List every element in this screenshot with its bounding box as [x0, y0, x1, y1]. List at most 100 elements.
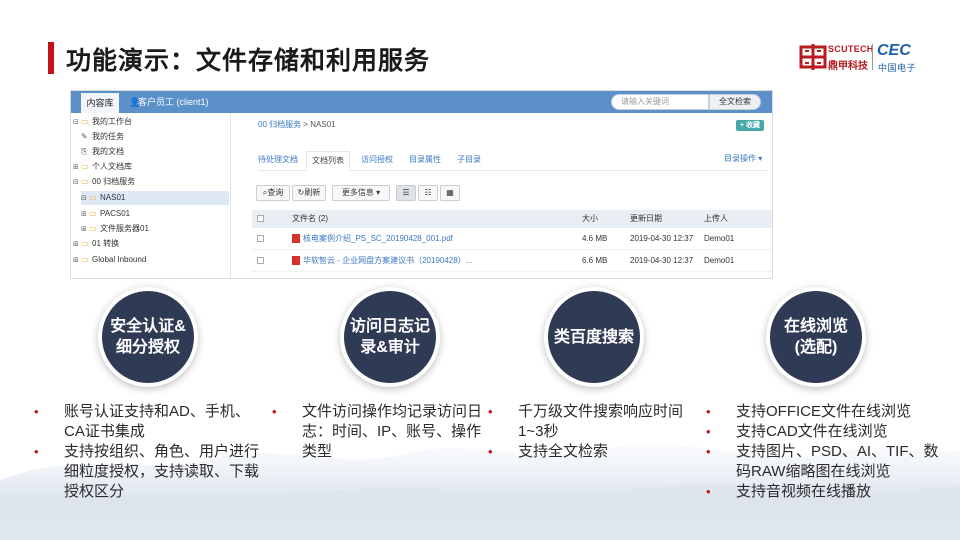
bullets-online-preview: 支持OFFICE文件在线浏览 支持CAD文件在线浏览 支持图片、PSD、AI、T…: [706, 402, 942, 502]
folder-icon: ▭: [81, 117, 89, 126]
file-name-link[interactable]: 核电案例介绍_PS_SC_20190428_001.pdf: [303, 234, 453, 243]
expand-icon[interactable]: ⊞: [73, 161, 81, 175]
col-filename[interactable]: 文件名 (2): [292, 210, 328, 228]
file-uploader: Demo01: [704, 234, 735, 243]
more-info-dropdown[interactable]: 更多信息 ▾: [332, 185, 390, 201]
tree-item-archive-service[interactable]: ⊟ ▭ 00 归档服务: [73, 175, 135, 189]
view-grid-button[interactable]: ▦: [440, 185, 460, 201]
bullet-item: 支持全文检索: [488, 442, 702, 462]
feature-search: 类百度搜索: [544, 287, 644, 387]
expand-icon[interactable]: ⊞: [81, 208, 89, 222]
logo-divider: [872, 44, 873, 70]
row-checkbox[interactable]: [257, 235, 264, 242]
document-tabs: 待处理文档 文档列表 访问授权 目录属性 子目录: [258, 151, 768, 171]
bullet-item: 账号认证支持和AD、手机、CA证书集成: [34, 402, 270, 442]
navigation-tree: ⊟ ▭ 我的工作台 ✎ 我的任务 ⎘ 我的文档 ⊞ ▭ 个人文档库 ⊟ ▭ 00 归档服务 ⊟ ▭…: [71, 113, 231, 278]
tree-item-my-docs[interactable]: ⎘ 我的文档: [81, 145, 124, 159]
pdf-file-icon: [292, 256, 300, 266]
caret-down-icon: ▾: [376, 188, 381, 197]
favorite-button[interactable]: + 收藏: [736, 120, 764, 131]
tab-doc-list[interactable]: 文档列表: [306, 151, 350, 171]
col-uploader[interactable]: 上传人: [704, 210, 728, 228]
bullet-item: 千万级文件搜索响应时间1~3秒: [488, 402, 702, 442]
col-size[interactable]: 大小: [582, 210, 598, 228]
file-updated: 2019-04-30 12:37: [630, 256, 694, 265]
company-logo: SCUTECH 鼎甲科技 CEC 中国电子: [798, 40, 918, 74]
feature-title: 安全认证&细分授权: [102, 291, 194, 383]
expand-icon[interactable]: ⊞: [81, 223, 89, 237]
breadcrumb-root[interactable]: 00 归档服务: [258, 120, 301, 129]
folder-icon: ▭: [81, 239, 89, 248]
row-checkbox[interactable]: [257, 257, 264, 264]
edit-icon: ✎: [81, 132, 88, 141]
cec-cn: 中国电子: [878, 63, 917, 73]
grid-header: 文件名 (2) 大小 更新日期 上传人: [252, 210, 772, 228]
tree-item-pacs01[interactable]: ⊞ ▭ PACS01: [81, 207, 130, 221]
scutech-cn: 鼎甲科技: [828, 61, 868, 72]
expand-icon[interactable]: ⊞: [73, 254, 81, 268]
folder-icon: ▭: [89, 193, 97, 202]
tab-access-auth[interactable]: 访问授权: [361, 151, 393, 171]
tab-content-repository[interactable]: 内容库: [81, 93, 119, 113]
tree-item-my-tasks[interactable]: ✎ 我的任务: [81, 130, 124, 144]
cec-en: CEC: [877, 42, 911, 59]
feature-security-auth: 安全认证&细分授权: [98, 287, 198, 387]
bullet-item: 支持图片、PSD、AI、TIF、数码RAW缩略图在线浏览: [706, 442, 942, 482]
pdf-file-icon: [292, 234, 300, 244]
collapse-icon[interactable]: ⊟: [73, 116, 81, 130]
bullet-item: 支持CAD文件在线浏览: [706, 422, 942, 442]
bullets-access-audit: 文件访问操作均记录访问日志：时间、IP、账号、操作类型: [272, 402, 486, 462]
bullets-security-auth: 账号认证支持和AD、手机、CA证书集成 支持按组织、角色、用户进行细粒度授权，支…: [34, 402, 270, 502]
folder-icon: ▭: [89, 224, 97, 233]
breadcrumb: 00 归档服务 > NAS01: [258, 119, 336, 130]
slide-title: 功能演示：文件存储和利用服务: [66, 47, 431, 75]
tree-item-nas01[interactable]: ⊟ ▭ NAS01: [81, 191, 229, 205]
title-accent-bar: [48, 42, 54, 74]
feature-online-preview: 在线浏览(选配): [766, 287, 866, 387]
directory-operations-menu[interactable]: 目录操作 ▾: [724, 153, 762, 164]
tree-item-convert[interactable]: ⊞ ▭ 01 转换: [73, 237, 119, 251]
view-detail-button[interactable]: ☷: [418, 185, 438, 201]
document-icon: ⎘: [81, 147, 88, 156]
tab-subdirectory[interactable]: 子目录: [457, 151, 481, 171]
folder-icon: ▭: [81, 255, 89, 264]
query-button[interactable]: ⌕查询: [256, 185, 290, 201]
tree-item-file-server01[interactable]: ⊞ ▭ 文件服务器01: [81, 222, 149, 236]
folder-icon: ▭: [81, 177, 89, 186]
file-updated: 2019-04-30 12:37: [630, 234, 694, 243]
view-list-button[interactable]: ☰: [396, 185, 416, 201]
file-name-link[interactable]: 华软智云 - 企业网盘方案建议书（20190428）...: [303, 256, 472, 265]
fulltext-search-button[interactable]: 全文检索: [709, 94, 761, 110]
feature-access-audit: 访问日志记录&审计: [340, 287, 440, 387]
table-row[interactable]: 华软智云 - 企业网盘方案建议书（20190428）... 6.6 MB 201…: [252, 250, 772, 272]
collapse-icon[interactable]: ⊟: [73, 176, 81, 190]
bullet-item: 文件访问操作均记录访问日志：时间、IP、账号、操作类型: [272, 402, 486, 462]
breadcrumb-separator: >: [303, 120, 309, 129]
refresh-button[interactable]: ↻刷新: [292, 185, 326, 201]
tab-dir-properties[interactable]: 目录属性: [409, 151, 441, 171]
bullet-item: 支持按组织、角色、用户进行细粒度授权，支持读取、下载授权区分: [34, 442, 270, 502]
tab-pending-docs[interactable]: 待处理文档: [258, 151, 298, 171]
current-user-label: 客户员工 (client1): [138, 97, 209, 107]
feature-title: 访问日志记录&审计: [344, 291, 436, 383]
file-size: 6.6 MB: [582, 256, 608, 265]
expand-icon[interactable]: ⊞: [73, 238, 81, 252]
select-all-checkbox[interactable]: [257, 215, 264, 222]
collapse-icon[interactable]: ⊟: [81, 192, 89, 206]
table-row[interactable]: 核电案例介绍_PS_SC_20190428_001.pdf 4.6 MB 201…: [252, 228, 772, 250]
folder-icon: ▭: [89, 209, 97, 218]
scutech-en: SCUTECH: [828, 44, 874, 54]
file-size: 4.6 MB: [582, 234, 608, 243]
bullet-item: 支持OFFICE文件在线浏览: [706, 402, 942, 422]
detail-view-icon: ☷: [424, 188, 432, 197]
tree-item-personal-library[interactable]: ⊞ ▭ 个人文档库: [73, 160, 132, 174]
search-input[interactable]: 请输入关键词: [611, 94, 709, 110]
tree-item-global-inbound[interactable]: ⊞ ▭ Global Inbound: [73, 253, 146, 267]
feature-title: 在线浏览(选配): [770, 291, 862, 383]
bullet-item: 支持音视频在线播放: [706, 482, 942, 502]
list-view-icon: ☰: [402, 188, 410, 197]
current-user[interactable]: 👤客户员工 (client1): [129, 91, 209, 113]
tree-item-workbench[interactable]: ⊟ ▭ 我的工作台: [73, 115, 132, 129]
breadcrumb-current: NAS01: [310, 120, 336, 129]
col-updated[interactable]: 更新日期: [630, 210, 662, 228]
